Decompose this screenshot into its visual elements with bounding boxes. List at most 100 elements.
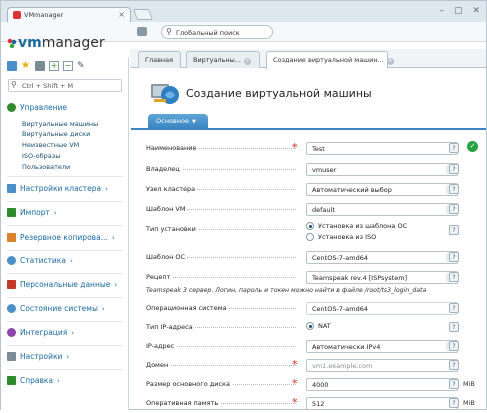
minimize-icon[interactable]: – (439, 6, 444, 16)
dotted-leader (161, 365, 296, 366)
monitor-icon[interactable] (137, 27, 147, 36)
import-icon (7, 208, 16, 217)
chevron-right-icon: › (114, 280, 118, 289)
ram-input[interactable]: 512 (306, 397, 458, 410)
sidebar-section-label: Управление (20, 103, 68, 112)
sidebar-section-settings[interactable]: Настройки › (7, 352, 69, 361)
os-template-select[interactable]: CentOS-7-amd64 (306, 251, 458, 264)
required-mark: * (292, 396, 298, 409)
label-wrap: Владелец (146, 165, 296, 175)
close-window-icon[interactable]: ✕ (472, 6, 480, 16)
sidebar-section-label: Импорт (20, 208, 50, 217)
sidebar-section-label: Справка (20, 376, 54, 385)
browser-tab[interactable]: VMmanager × (7, 7, 131, 22)
sidebar-section-label: Настройки (20, 352, 63, 361)
tab-home[interactable]: Главная (138, 51, 181, 68)
help-icon[interactable]: ? (449, 143, 459, 153)
expand-all-icon[interactable]: + (49, 61, 59, 71)
chevron-right-icon: › (105, 184, 108, 193)
system-status-icon (7, 304, 16, 313)
install-from-iso-radio[interactable]: Установка из ISO (306, 233, 376, 241)
briefcase-icon[interactable] (35, 61, 45, 71)
close-tab-icon[interactable]: × (386, 58, 394, 65)
collapse-all-icon[interactable]: − (63, 61, 73, 71)
sidebar-section-integration[interactable]: Интеграция › (7, 328, 74, 337)
recipe-label: Рецепт (146, 273, 173, 281)
help-icon[interactable]: ? (449, 322, 459, 332)
sidebar-search-input[interactable]: ⚲ Ctrl + Shift + M (8, 79, 122, 92)
browser-tab-title: VMmanager (24, 11, 64, 19)
form-tab-main[interactable]: Основное ▼ (148, 114, 208, 128)
name-input[interactable]: Test (306, 142, 458, 155)
logo-mark-icon (7, 38, 17, 48)
divider (7, 250, 123, 251)
install-from-template-radio[interactable]: Установка из шаблона ОС (306, 222, 407, 230)
new-tab-button[interactable] (132, 9, 154, 20)
disk-size-input[interactable]: 4000 (306, 378, 458, 391)
sidebar-section-label: Настройки кластера (20, 184, 102, 193)
favicon-icon (13, 11, 21, 19)
help-icon[interactable]: ? (449, 184, 459, 194)
logo-prefix: vm (18, 35, 42, 51)
domain-input[interactable]: vm1.example.com (306, 359, 458, 372)
close-tab-icon[interactable]: × (244, 58, 251, 65)
help-icon[interactable]: ? (449, 341, 459, 351)
sidebar-section-cluster-settings[interactable]: Настройки кластера › (7, 184, 108, 193)
sidebar-item-iso-images[interactable]: ISO-образы (22, 152, 60, 160)
label-wrap: Размер основного диска (146, 380, 296, 390)
owner-select[interactable]: vmuser (306, 163, 458, 176)
integration-icon (7, 328, 16, 337)
dotted-leader (161, 346, 296, 347)
settings-icon (7, 352, 16, 361)
disk-label: Размер основного диска (146, 380, 232, 388)
sidebar-section-label: Состояние системы (20, 304, 98, 313)
recipe-select[interactable]: Teamspeak rev.4 [ISPsystem] (306, 271, 458, 284)
form-row-owner: Владелец vmuser ? (131, 159, 486, 179)
sidebar-section-management[interactable]: Управление (7, 103, 67, 112)
vm-template-select[interactable]: default (306, 203, 458, 216)
name-label: Наименование (146, 144, 199, 152)
help-icon[interactable]: ? (449, 360, 459, 370)
layout-icon[interactable] (7, 61, 17, 71)
sidebar-item-virtual-disks[interactable]: Виртуальные диски (22, 130, 90, 138)
help-icon[interactable]: ? (449, 225, 459, 235)
ip-label: IP-адрес (146, 342, 177, 350)
sidebar-section-personal-data[interactable]: Персональные данные › (7, 280, 117, 289)
close-tab-icon[interactable]: × (118, 10, 125, 19)
disk-unit: MiB (463, 380, 475, 388)
ram-label: Оперативная память (146, 399, 221, 407)
help-icon[interactable]: ? (449, 204, 459, 214)
help-icon[interactable]: ? (449, 272, 459, 282)
help-icon[interactable]: ? (449, 379, 459, 389)
help-icon[interactable]: ? (449, 398, 459, 408)
maximize-icon[interactable]: ▢ (454, 6, 463, 16)
node-select[interactable]: Автоматический выбор (306, 183, 458, 196)
sidebar-item-virtual-machines[interactable]: Виртуальные машины (22, 120, 98, 128)
tab-create-vm[interactable]: Создание виртуальной машин... × (266, 51, 394, 69)
sidebar-item-users[interactable]: Пользователи (22, 163, 70, 171)
ip-select[interactable]: Автоматически IPv4 (306, 340, 458, 353)
sidebar-section-help[interactable]: Справка › (7, 376, 60, 385)
tab-virtual-machines[interactable]: Виртуальны... × (186, 51, 260, 68)
sidebar-item-unknown-vm[interactable]: Неизвестные VM (22, 141, 79, 149)
help-icon[interactable]: ? (449, 252, 459, 262)
sidebar-section-system-status[interactable]: Состояние системы › (7, 304, 105, 313)
sidebar-section-statistics[interactable]: Статистика › (7, 256, 73, 265)
divider (7, 201, 123, 202)
search-icon: ⚲ (166, 27, 172, 36)
logo: vmmanager (7, 35, 105, 51)
help-icon[interactable]: ? (449, 164, 459, 174)
sidebar-section-backup[interactable]: Резервное копирова... › (7, 233, 115, 242)
form-row-domain: Домен * vm1.example.com ? (131, 355, 486, 375)
chevron-right-icon: › (101, 304, 105, 313)
tab-label: Создание виртуальной машин... (273, 56, 384, 64)
help-icon[interactable]: ? (449, 303, 459, 313)
sidebar-section-import[interactable]: Импорт › (7, 208, 57, 217)
form-row-vm-template: Шаблон VM default ? (131, 199, 486, 219)
favorites-star-icon[interactable]: ★ (21, 61, 31, 71)
ip-type-nat-radio[interactable]: NAT (306, 322, 331, 330)
pin-icon[interactable]: ✎ (77, 61, 87, 71)
global-search-input[interactable]: ⚲ Глобальный поиск (161, 25, 273, 39)
sidebar-section-label: Статистика (20, 256, 66, 265)
chevron-right-icon: › (69, 256, 73, 265)
